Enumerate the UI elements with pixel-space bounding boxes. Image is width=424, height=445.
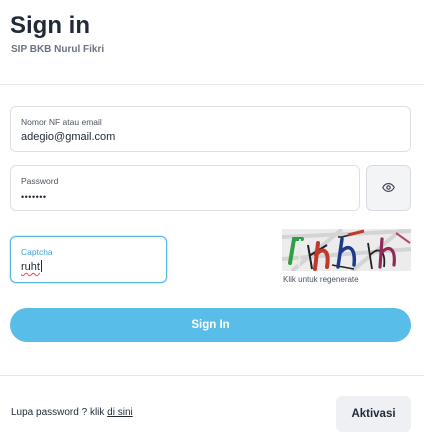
forgot-password-link[interactable]: di sini bbox=[107, 407, 133, 418]
footer-divider bbox=[0, 375, 424, 376]
captcha-label: Captcha bbox=[21, 247, 53, 257]
password-field[interactable]: Password ••••••• bbox=[10, 165, 360, 211]
toggle-password-button[interactable] bbox=[366, 165, 411, 211]
eye-icon bbox=[382, 179, 395, 197]
password-value: ••••••• bbox=[21, 192, 47, 202]
nf-email-value: adegio@gmail.com bbox=[21, 131, 116, 143]
captcha-value-row: ruht bbox=[21, 260, 42, 273]
password-label: Password bbox=[21, 176, 59, 186]
nf-email-label: Nomor NF atau email bbox=[21, 117, 102, 127]
captcha-field[interactable]: Captcha ruht bbox=[10, 236, 167, 283]
aktivasi-button[interactable]: Aktivasi bbox=[336, 396, 411, 432]
captcha-image[interactable] bbox=[282, 229, 411, 271]
page-title: Sign in bbox=[10, 12, 90, 39]
captcha-regenerate-hint: Klik untuk regenerate bbox=[283, 275, 359, 284]
sign-in-button[interactable]: Sign In bbox=[10, 308, 411, 342]
forgot-password-text: Lupa password ? klik di sini bbox=[11, 407, 133, 418]
text-caret bbox=[40, 260, 42, 272]
app-subtitle: SIP BKB Nurul Fikri bbox=[11, 44, 105, 55]
nf-email-field[interactable]: Nomor NF atau email adegio@gmail.com bbox=[10, 106, 411, 152]
header-divider bbox=[0, 84, 424, 85]
captcha-value: ruht bbox=[21, 261, 40, 273]
forgot-password-prefix: Lupa password ? klik bbox=[11, 407, 108, 418]
